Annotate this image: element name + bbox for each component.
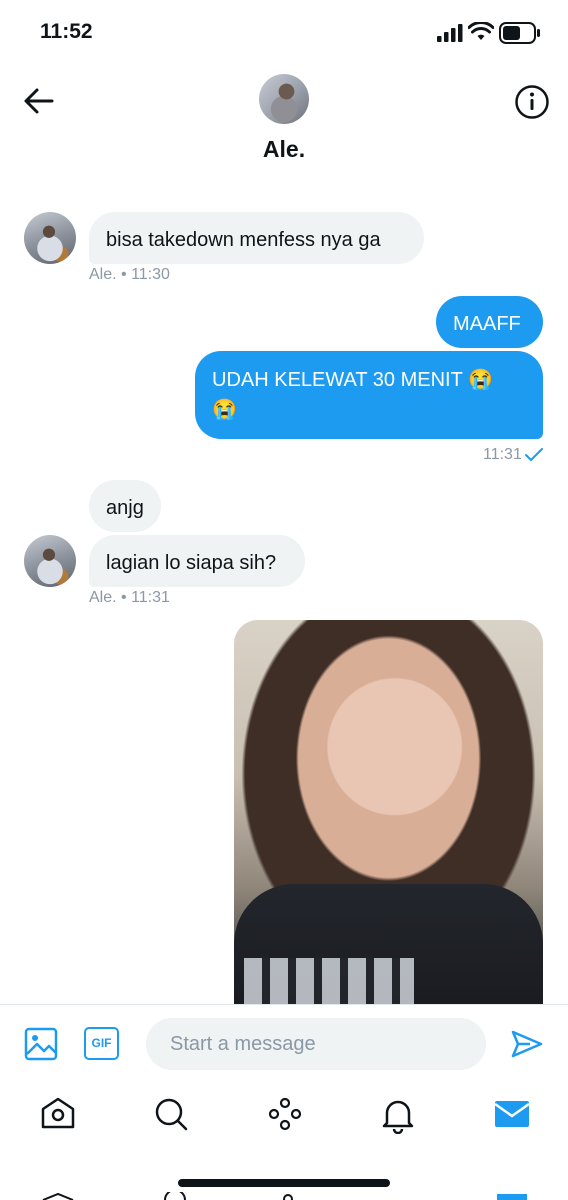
- status-time: 11:52: [40, 20, 93, 43]
- cellular-signal-icon: [437, 24, 463, 42]
- contact-avatar[interactable]: [259, 74, 309, 124]
- message-text: lagian lo siapa sih?: [106, 552, 277, 574]
- spaces-icon: [283, 1194, 293, 1200]
- message-text: MAAFF: [453, 313, 521, 335]
- gif-button[interactable]: GIF: [84, 1027, 119, 1060]
- home-icon: [42, 1192, 74, 1200]
- avatar[interactable]: [24, 535, 76, 587]
- sent-check-icon: [525, 448, 543, 461]
- message-meta: Ale. • 11:30: [89, 266, 170, 283]
- message-bubble-incoming[interactable]: lagian lo siapa sih?: [89, 535, 305, 587]
- message-bubble-outgoing[interactable]: UDAH KELEWAT 30 MENIT 😭 😭: [195, 351, 543, 439]
- home-indicator[interactable]: [178, 1179, 390, 1187]
- contact-name[interactable]: Ale.: [0, 136, 568, 163]
- message-time: 11:31: [483, 446, 522, 463]
- message-input[interactable]: [146, 1018, 486, 1070]
- notifications-icon[interactable]: [378, 1094, 418, 1134]
- photo-shirt-print: [244, 958, 414, 1004]
- search-icon: [164, 1192, 186, 1200]
- message-text: anjg: [106, 497, 144, 519]
- battery-icon: [499, 22, 540, 44]
- message-bubble-incoming[interactable]: anjg: [89, 480, 161, 532]
- message-text-line: 😭: [212, 399, 237, 421]
- message-bubble-outgoing[interactable]: MAAFF: [436, 296, 543, 348]
- info-circle-icon[interactable]: [514, 84, 550, 120]
- avatar[interactable]: [24, 212, 76, 264]
- message-image[interactable]: [234, 620, 543, 1004]
- status-bar: 11:52: [0, 0, 568, 64]
- message-bubble-incoming[interactable]: bisa takedown menfess nya ga: [89, 212, 424, 264]
- message-meta: Ale. • 11:31: [89, 589, 170, 606]
- spaces-icon[interactable]: [265, 1094, 305, 1134]
- image-icon[interactable]: [24, 1027, 58, 1061]
- message-text-line: UDAH KELEWAT 30 MENIT 😭: [212, 369, 493, 391]
- search-icon[interactable]: [151, 1094, 191, 1134]
- home-icon[interactable]: [38, 1094, 78, 1134]
- send-icon[interactable]: [510, 1027, 544, 1061]
- message-text: bisa takedown menfess nya ga: [106, 229, 381, 251]
- wifi-icon: [468, 22, 494, 40]
- messages-icon[interactable]: [492, 1094, 532, 1134]
- messages-icon: [497, 1194, 527, 1200]
- arrow-left-icon[interactable]: [22, 84, 56, 118]
